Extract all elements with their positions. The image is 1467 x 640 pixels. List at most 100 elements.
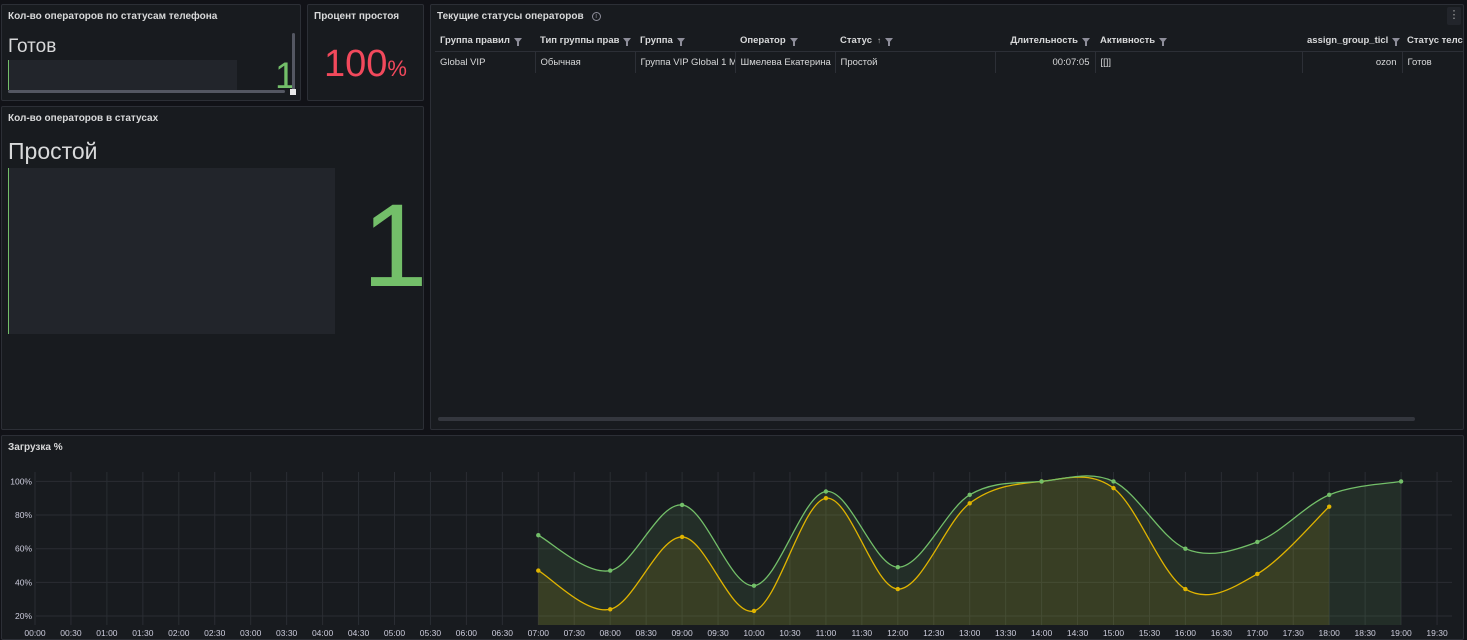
- column-header[interactable]: assign_group_ticl: [1302, 31, 1402, 52]
- info-icon[interactable]: i: [591, 12, 601, 21]
- column-header-label: Тип группы прав: [540, 35, 620, 47]
- x-tick-label: 12:30: [923, 628, 945, 638]
- column-header[interactable]: Активность: [1095, 31, 1302, 52]
- x-tick-label: 03:00: [240, 628, 262, 638]
- data-point: [1111, 479, 1116, 484]
- data-point: [967, 492, 972, 498]
- column-header-label: assign_group_ticl: [1307, 35, 1389, 47]
- table-cell: Global VIP: [435, 51, 536, 73]
- table-header-row: Группа правил Тип группы прав Группа Опе…: [435, 31, 1463, 52]
- table-horizontal-scrollbar[interactable]: [438, 417, 1415, 421]
- x-tick-label: 02:30: [204, 628, 226, 638]
- phone-state-name: Готов: [8, 36, 57, 57]
- operators-state-bar-fill: [8, 168, 9, 334]
- scroll-corner: [290, 89, 296, 95]
- data-point: [1255, 539, 1260, 545]
- operators-table: Группа правил Тип группы прав Группа Опе…: [435, 31, 1463, 73]
- operators-status-title: Кол-во операторов в статусах: [8, 113, 159, 124]
- current-status-title: Текущие статусы операторов i: [437, 11, 601, 22]
- x-tick-label: 17:00: [1247, 628, 1269, 638]
- column-header[interactable]: Оператор: [735, 31, 835, 52]
- operators-state-value: 1: [362, 180, 424, 312]
- current-status-title-text: Текущие статусы операторов: [437, 11, 584, 22]
- y-tick-label: 20%: [15, 611, 32, 621]
- data-point: [1255, 571, 1260, 577]
- column-header-label: Группа правил: [440, 35, 510, 47]
- filter-icon[interactable]: [789, 38, 798, 47]
- x-tick-label: 00:00: [24, 628, 46, 638]
- x-tick-label: 01:00: [96, 628, 118, 638]
- x-tick-label: 11:30: [852, 628, 873, 638]
- y-tick-label: 60%: [15, 544, 32, 554]
- x-tick-label: 11:00: [816, 628, 837, 638]
- data-point: [1183, 586, 1188, 592]
- x-tick-label: 05:00: [384, 628, 406, 638]
- idle-percent-unit: %: [387, 56, 407, 81]
- table-cell: 00:07:05: [995, 51, 1096, 73]
- x-tick-label: 18:00: [1319, 628, 1341, 638]
- vertical-scrollbar[interactable]: [292, 33, 295, 91]
- idle-percent-panel: Процент простоя 100%: [307, 4, 424, 101]
- x-tick-label: 18:30: [1355, 628, 1377, 638]
- table-row[interactable]: Global VIP Обычная Группа VIP Global 1 М…: [435, 51, 1463, 73]
- x-tick-label: 14:00: [1031, 628, 1053, 638]
- filter-icon[interactable]: [1082, 38, 1090, 47]
- column-header-label: Активность: [1100, 35, 1156, 47]
- idle-percent-stat: 100%: [308, 43, 423, 86]
- phone-status-title: Кол-во операторов по статусам телефона: [8, 11, 218, 22]
- filter-icon[interactable]: [885, 38, 894, 47]
- table-cell: [[]]: [1095, 51, 1303, 73]
- x-tick-label: 17:30: [1283, 628, 1305, 638]
- x-tick-label: 07:00: [528, 628, 550, 638]
- data-point: [679, 502, 685, 508]
- sort-ascending-icon[interactable]: ↑: [877, 36, 881, 45]
- data-point: [895, 586, 900, 592]
- x-tick-label: 12:00: [887, 628, 909, 638]
- x-tick-label: 04:30: [348, 628, 370, 638]
- y-tick-label: 80%: [15, 510, 32, 520]
- column-header[interactable]: Группа: [635, 31, 735, 52]
- table-cell: Шмелева Екатерина: [735, 51, 836, 73]
- column-header-label: Статус телс: [1407, 35, 1463, 47]
- operators-status-panel: Кол-во операторов в статусах Простой 1: [1, 106, 424, 430]
- x-tick-label: 04:00: [312, 628, 334, 638]
- kebab-menu-icon[interactable]: ⋮: [1447, 7, 1461, 25]
- column-header[interactable]: Статус ↑: [835, 31, 995, 52]
- column-header-label: Группа: [640, 35, 673, 47]
- column-header[interactable]: Статус телс: [1402, 31, 1463, 52]
- x-tick-label: 16:00: [1175, 628, 1197, 638]
- phone-state-bar-fill: [8, 60, 9, 90]
- phone-status-panel: Кол-во операторов по статусам телефона Г…: [1, 4, 301, 101]
- x-tick-label: 19:00: [1390, 628, 1412, 638]
- data-point: [895, 565, 900, 570]
- idle-percent-value: 100: [324, 43, 388, 85]
- x-tick-label: 13:30: [995, 628, 1017, 638]
- x-tick-label: 07:30: [564, 628, 586, 638]
- filter-icon[interactable]: [513, 38, 522, 47]
- series-area: [538, 475, 1402, 625]
- horizontal-scrollbar[interactable]: [8, 90, 285, 93]
- column-header[interactable]: Тип группы прав: [535, 31, 635, 52]
- table-cell: Простой: [835, 51, 996, 73]
- data-point: [751, 608, 757, 614]
- table-cell: ozon: [1302, 51, 1403, 73]
- x-tick-label: 14:30: [1067, 628, 1089, 638]
- data-point: [536, 568, 541, 573]
- x-tick-label: 15:00: [1103, 628, 1125, 638]
- column-header[interactable]: Длительность: [995, 31, 1095, 52]
- load-chart: 00:00 00:30 01:00 01:30 02:00 02:30 03:00 03:30…: [10, 472, 1452, 638]
- filter-icon[interactable]: [623, 38, 632, 47]
- x-tick-label: 19:30: [1426, 628, 1448, 638]
- filter-icon[interactable]: [1159, 38, 1168, 47]
- x-tick-label: 15:30: [1139, 628, 1161, 638]
- x-tick-label: 09:00: [671, 628, 693, 638]
- filter-icon[interactable]: [676, 38, 685, 47]
- column-header-label: Оператор: [740, 35, 786, 47]
- x-tick-label: 01:30: [132, 628, 154, 638]
- data-point: [967, 501, 972, 506]
- column-header[interactable]: Группа правил: [435, 31, 535, 52]
- filter-icon[interactable]: [1392, 38, 1401, 47]
- data-point: [751, 583, 757, 588]
- data-point: [1183, 546, 1188, 551]
- x-tick-label: 08:00: [600, 628, 622, 638]
